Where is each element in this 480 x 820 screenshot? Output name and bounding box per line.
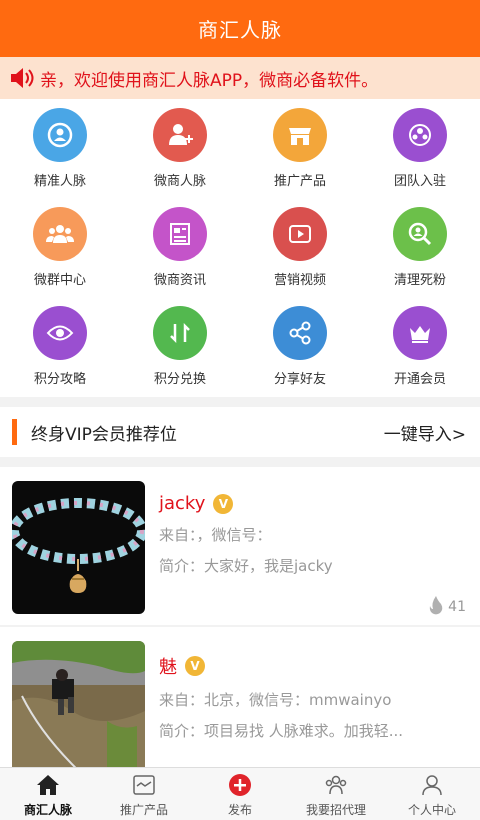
one-click-import-button[interactable]: 一键导入> <box>384 420 466 445</box>
name-row: jacky V <box>159 493 466 514</box>
notice-bar[interactable]: 亲，欢迎使用商汇人脉APP，微商必备软件。 <box>0 57 480 99</box>
team-icon <box>393 108 447 162</box>
grid-item-label: 精准人脉 <box>33 174 86 189</box>
search-user-icon <box>393 207 447 261</box>
exchange-icon <box>153 306 207 360</box>
store-icon <box>273 108 327 162</box>
member-thumbnail <box>12 481 145 614</box>
member-name: 魅 <box>159 657 177 678</box>
member-info: 魅 V 来自：北京，微信号：mmwainyo 简介：项目易找 人脉难求。加我轻.… <box>159 653 466 741</box>
member-origin: 来自：北京，微信号：mmwainyo <box>159 691 392 709</box>
vip-badge-icon: V <box>185 656 205 676</box>
grid-item-label: 积分攻略 <box>33 372 86 387</box>
member-card[interactable]: 魅 V 来自：北京，微信号：mmwainyo 简介：项目易找 人脉难求。加我轻.… <box>0 627 480 767</box>
bottom-tab-bar: 商汇人脉 推广产品 发布 我要招代理 个人中心 <box>0 767 480 820</box>
tab-label: 商汇人脉 <box>23 803 72 817</box>
member-thumbnail <box>12 641 145 767</box>
flame-icon <box>428 595 444 619</box>
vip-section-header: 终身VIP会员推荐位 一键导入> <box>0 407 480 457</box>
tab-home[interactable]: 商汇人脉 <box>0 768 96 820</box>
tab-publish[interactable]: 发布 <box>192 768 288 820</box>
grid-item-clean-followers[interactable]: 清理死粉 <box>360 198 480 297</box>
grid-item-group-center[interactable]: 微群中心 <box>0 198 120 297</box>
page-title: 商汇人脉 <box>198 18 282 42</box>
grid-item-marketing-video[interactable]: 营销视频 <box>240 198 360 297</box>
grid-item-label: 微商人脉 <box>153 174 206 189</box>
grid-item-wechat-news[interactable]: 微商资讯 <box>120 198 240 297</box>
notice-text: 亲，欢迎使用商汇人脉APP，微商必备软件。 <box>40 70 379 91</box>
tab-label: 推广产品 <box>119 803 168 817</box>
grid-item-label: 积分兑换 <box>153 372 206 387</box>
add-user-icon <box>153 108 207 162</box>
user-icon <box>419 773 445 797</box>
tab-promote-products[interactable]: 推广产品 <box>96 768 192 820</box>
grid-item-label: 营销视频 <box>273 273 326 288</box>
group-icon <box>33 207 87 261</box>
grid-item-label: 分享好友 <box>273 372 326 387</box>
likes-counter: 41 <box>428 595 466 619</box>
news-icon <box>153 207 207 261</box>
speaker-icon <box>8 66 36 90</box>
member-origin: 来自：，微信号： <box>159 526 272 544</box>
tab-label: 个人中心 <box>407 803 456 817</box>
tab-label: 发布 <box>227 803 252 817</box>
grid-item-label: 推广产品 <box>273 174 326 189</box>
grid-item-label: 清理死粉 <box>393 273 446 288</box>
member-intro: 简介：大家好，我是jacky <box>159 557 333 575</box>
member-intro: 简介：项目易找 人脉难求。加我轻... <box>159 722 404 740</box>
member-card[interactable]: jacky V 来自：，微信号： 简介：大家好，我是jacky 41 <box>0 467 480 625</box>
grid-item-promote-products[interactable]: 推广产品 <box>240 99 360 198</box>
section-accent-bar <box>12 419 17 445</box>
grid-item-share-friends[interactable]: 分享好友 <box>240 297 360 396</box>
grid-item-label: 开通会员 <box>393 372 446 387</box>
person-target-icon <box>33 108 87 162</box>
section-title-group: 终身VIP会员推荐位 <box>12 419 177 445</box>
member-info: jacky V 来自：，微信号： 简介：大家好，我是jacky <box>159 493 466 576</box>
likes-count: 41 <box>448 599 466 615</box>
tab-label: 我要招代理 <box>305 803 366 817</box>
app-header: 商汇人脉 <box>0 0 480 57</box>
share-icon <box>273 306 327 360</box>
video-icon <box>273 207 327 261</box>
tab-profile[interactable]: 个人中心 <box>384 768 480 820</box>
home-icon <box>35 773 61 797</box>
grid-item-open-vip[interactable]: 开通会员 <box>360 297 480 396</box>
agent-icon <box>323 773 349 797</box>
grid-item-points-guide[interactable]: 积分攻略 <box>0 297 120 396</box>
grid-item-label: 团队入驻 <box>393 174 446 189</box>
section-title: 终身VIP会员推荐位 <box>31 424 177 445</box>
grid-item-points-exchange[interactable]: 积分兑换 <box>120 297 240 396</box>
crown-icon <box>393 306 447 360</box>
grid-item-label: 微群中心 <box>33 273 86 288</box>
grid-item-precise-contacts[interactable]: 精准人脉 <box>0 99 120 198</box>
name-row: 魅 V <box>159 653 466 679</box>
feature-grid: 精准人脉 微商人脉 推广产品 团队入驻 微群中心 微商资讯 营销视频 清理死粉 … <box>0 99 480 397</box>
grid-item-wechat-contacts[interactable]: 微商人脉 <box>120 99 240 198</box>
eye-icon <box>33 306 87 360</box>
vip-badge-icon: V <box>213 493 234 514</box>
grid-item-label: 微商资讯 <box>153 273 206 288</box>
tab-recruit-agents[interactable]: 我要招代理 <box>288 768 384 820</box>
member-name: jacky <box>159 493 206 514</box>
grid-item-team-join[interactable]: 团队入驻 <box>360 99 480 198</box>
publish-icon <box>227 773 253 797</box>
product-icon <box>131 773 157 797</box>
